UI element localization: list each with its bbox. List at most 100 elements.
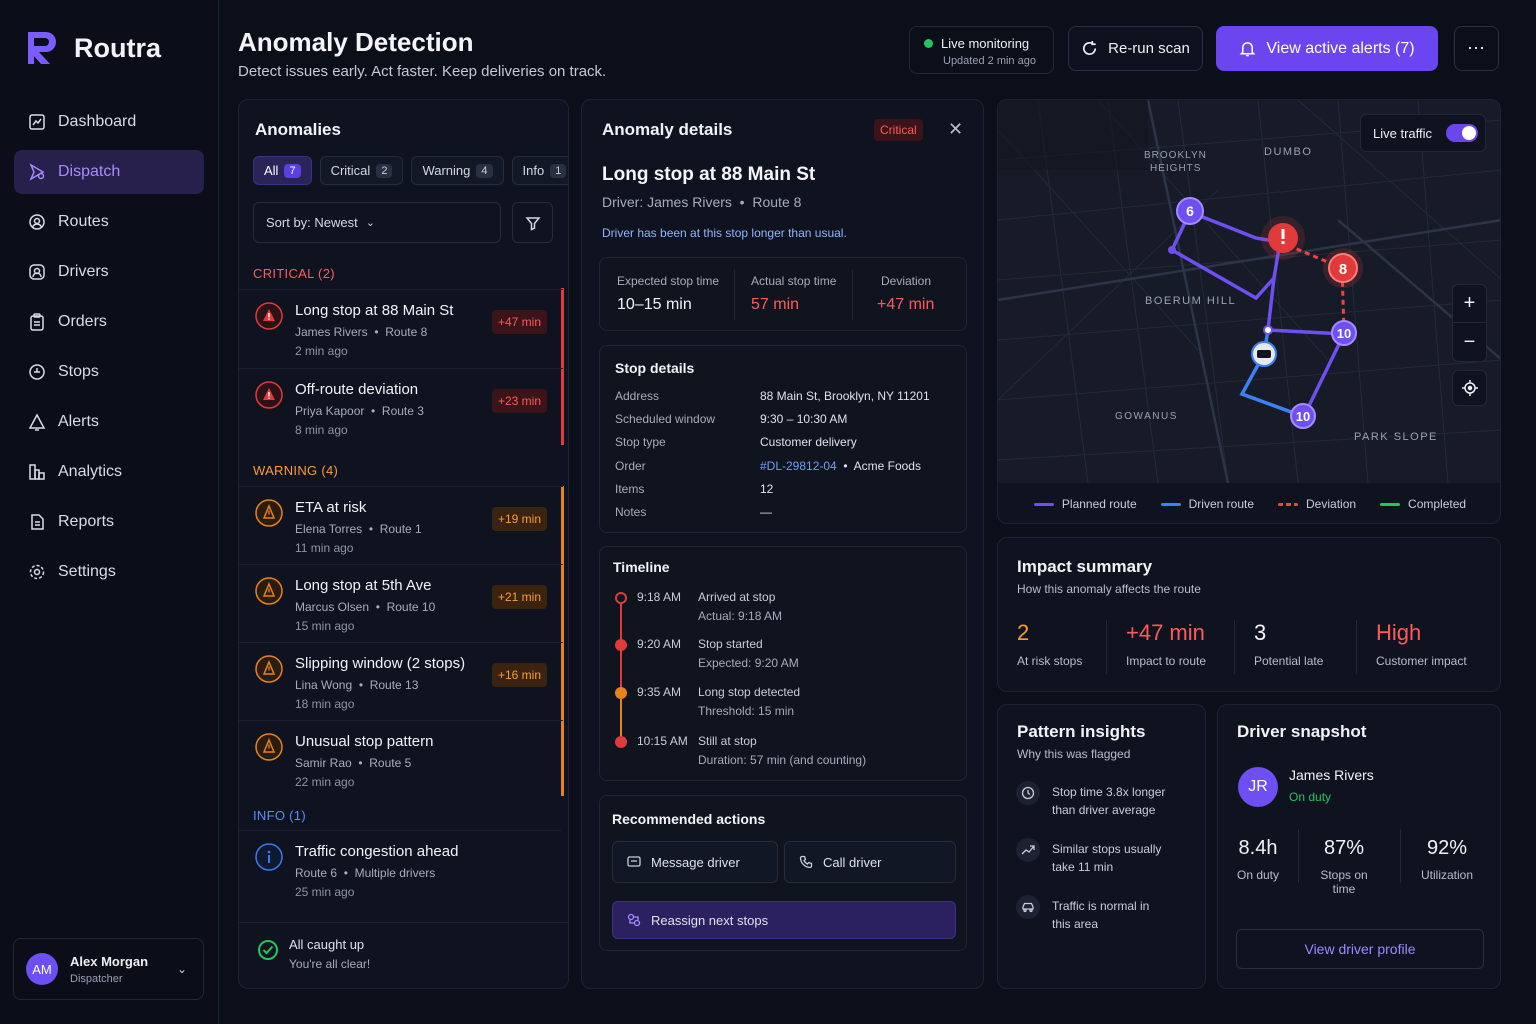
nav-label: Dispatch — [58, 163, 121, 180]
chip-all[interactable]: All 7 — [253, 156, 312, 185]
nav-label: Routes — [58, 213, 109, 230]
timeline-time: 9:35 AM — [637, 685, 682, 699]
route-map-panel: BROOKLYN HEIGHTS DUMBO BOERUM HILL GOWAN… — [997, 99, 1501, 524]
section-warning: WARNING (4) — [253, 463, 339, 478]
stop-marker-label: 10 — [1296, 409, 1310, 424]
item-driver: Priya Kapoor — [295, 404, 365, 418]
chip-critical[interactable]: Critical 2 — [319, 156, 404, 185]
insight-row: Similar stops usually take 11 min — [1016, 838, 1162, 876]
more-options-button[interactable]: ⋯ — [1454, 26, 1499, 71]
divider — [734, 270, 735, 320]
brand[interactable]: Routra — [26, 30, 161, 66]
filter-button[interactable] — [512, 202, 553, 243]
nav-label: Alerts — [58, 413, 99, 430]
live-traffic-toggle[interactable]: Live traffic — [1360, 114, 1486, 152]
stop-details: Stop details Address 88 Main St, Brookly… — [599, 345, 967, 533]
nav-item-dispatch[interactable]: Dispatch — [14, 150, 204, 194]
item-ago: 11 min ago — [295, 541, 354, 555]
insight-line: Stop time 3.8x longer — [1052, 785, 1166, 799]
timeline-dot — [615, 592, 627, 604]
user-menu[interactable]: AM Alex Morgan Dispatcher ⌄ — [13, 938, 204, 1000]
nav-label: Analytics — [58, 463, 123, 480]
item-ago: 25 min ago — [295, 885, 355, 899]
driver-name: James Rivers — [1289, 767, 1374, 783]
timeline-dot — [615, 687, 627, 699]
nav-item-orders[interactable]: Orders — [14, 300, 204, 344]
sort-label: Sort by: Newest — [266, 215, 358, 230]
live-title-row: Live monitoring — [924, 36, 1053, 51]
close-icon[interactable]: ✕ — [948, 119, 963, 140]
call-driver-button[interactable]: Call driver — [784, 841, 956, 883]
rerun-label: Re-run scan — [1108, 40, 1190, 57]
nav-item-drivers[interactable]: Drivers — [14, 250, 204, 294]
item-route: Route 8 — [385, 325, 428, 339]
page-subtitle: Detect issues early. Act faster. Keep de… — [238, 63, 607, 80]
place-label: GOWANUS — [1115, 411, 1178, 422]
list-item[interactable]: Traffic congestion ahead Route 6 • Multi… — [239, 830, 561, 906]
list-item[interactable]: Long stop at 88 Main St James Rivers • R… — [239, 289, 563, 365]
route-map[interactable]: BROOKLYN HEIGHTS DUMBO BOERUM HILL GOWAN… — [998, 100, 1501, 483]
dispatch-icon — [29, 163, 45, 181]
chip-count: 1 — [550, 163, 567, 178]
list-item[interactable]: Unusual stop pattern Samir Rao • Route 5… — [239, 720, 563, 796]
nav-item-stops[interactable]: Stops — [14, 350, 204, 394]
locate-button[interactable] — [1452, 370, 1487, 406]
delta-badge: +16 min — [491, 663, 547, 687]
nav-item-routes[interactable]: Routes — [14, 200, 204, 244]
zoom-out-icon[interactable]: − — [1453, 323, 1486, 361]
call-label: Call driver — [823, 854, 882, 870]
anomalies-title: Anomalies — [255, 120, 341, 139]
sort-select[interactable]: Sort by: Newest ⌄ — [253, 202, 501, 243]
timeline-sub: Expected: 9:20 AM — [698, 656, 799, 670]
impact-stat: 3 Potential late — [1254, 620, 1323, 668]
nav-item-settings[interactable]: Settings — [14, 550, 204, 594]
stat-label: Deviation — [881, 274, 932, 288]
item-meta: Priya Kapoor • Route 3 — [295, 404, 424, 418]
chevron-down-icon: ⌄ — [176, 962, 187, 976]
list-item[interactable]: Slipping window (2 stops) Lina Wong • Ro… — [239, 642, 563, 718]
divider — [1106, 620, 1107, 674]
rerun-scan-button[interactable]: Re-run scan — [1068, 26, 1203, 71]
item-route: Route 13 — [369, 678, 419, 692]
stop-marker-label: 6 — [1186, 203, 1194, 219]
order-link[interactable]: #DL-29812-04 — [760, 459, 837, 473]
message-driver-button[interactable]: Message driver — [612, 841, 778, 883]
nav-item-analytics[interactable]: Analytics — [14, 450, 204, 494]
chip-count: 2 — [376, 163, 393, 178]
nav-item-reports[interactable]: Reports — [14, 500, 204, 544]
list-item[interactable]: Off-route deviation Priya Kapoor • Route… — [239, 368, 563, 444]
item-title: Off-route deviation — [295, 381, 419, 398]
item-route: Route 3 — [381, 404, 424, 418]
impact-summary-panel: Impact summary How this anomaly affects … — [997, 537, 1501, 692]
user-name: Alex Morgan — [70, 953, 149, 969]
driver-stat: 87% Stops on time — [1308, 837, 1380, 896]
nav-item-dashboard[interactable]: Dashboard — [14, 100, 204, 144]
chip-info[interactable]: Info 1 — [511, 156, 568, 185]
item-meta: Marcus Olsen • Route 10 — [295, 600, 436, 614]
toggle-knob — [1462, 126, 1477, 140]
zoom-in-icon[interactable]: + — [1453, 285, 1486, 323]
timeline-dot — [615, 736, 627, 748]
item-route: Route 1 — [379, 522, 422, 536]
nav-item-alerts[interactable]: Alerts — [14, 400, 204, 444]
insight-line: take 11 min — [1052, 860, 1114, 874]
stop-value: — — [760, 505, 772, 519]
insight-line: Similar stops usually — [1052, 842, 1162, 856]
toggle-switch[interactable] — [1446, 124, 1479, 142]
zoom-controls: + − — [1452, 284, 1487, 362]
timeline-sub: Threshold: 15 min — [698, 704, 795, 718]
map-legend: Planned route Driven route Deviation Com… — [998, 483, 1500, 523]
severity-badge: Critical — [874, 119, 923, 141]
reassign-stops-button[interactable]: Reassign next stops — [612, 901, 956, 939]
view-driver-profile-button[interactable]: View driver profile — [1236, 929, 1484, 969]
timeline-dot — [615, 639, 627, 651]
chip-warning[interactable]: Warning 4 — [411, 156, 504, 185]
chip-label: All — [264, 163, 279, 178]
legend-label: Driven route — [1188, 497, 1255, 511]
list-item[interactable]: ETA at risk Elena Torres • Route 1 11 mi… — [239, 486, 563, 562]
more-icon: ⋯ — [1467, 38, 1486, 58]
view-alerts-button[interactable]: View active alerts (7) — [1216, 26, 1438, 71]
timeline-line-warn — [620, 697, 622, 739]
item-meta: Samir Rao • Route 5 — [295, 756, 412, 770]
list-item[interactable]: Long stop at 5th Ave Marcus Olsen • Rout… — [239, 564, 563, 640]
